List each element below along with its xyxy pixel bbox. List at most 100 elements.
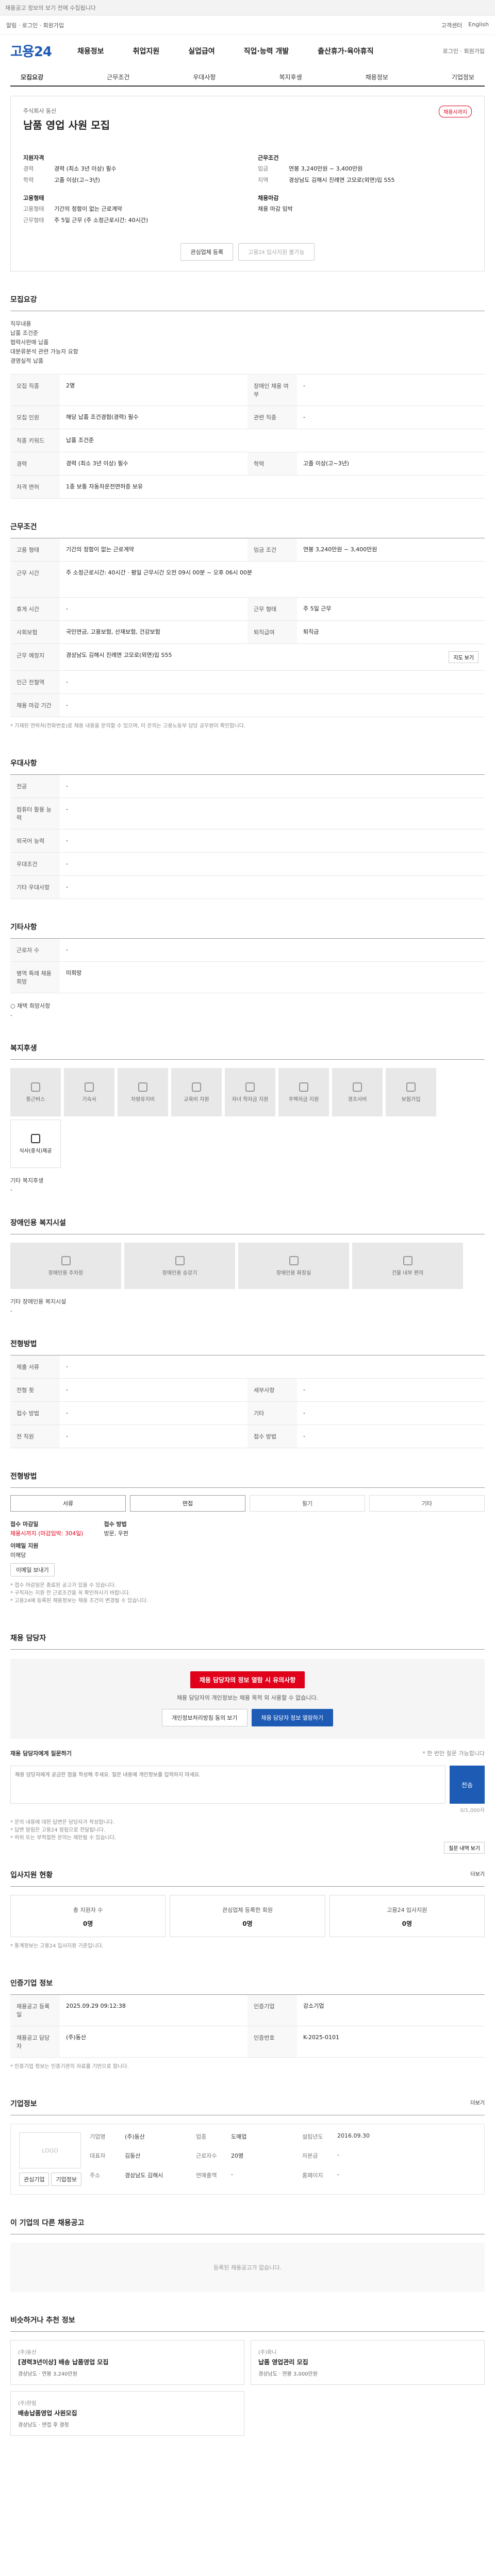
- row-value: -: [66, 783, 68, 789]
- welfare-label: 통근버스: [26, 1096, 45, 1103]
- option-etc[interactable]: 기타: [369, 1495, 485, 1512]
- section-title: 비슷하거나 추천 정보: [10, 2315, 485, 2332]
- subtop-left: 알림 · 로그인 · 회원가입: [6, 21, 64, 29]
- qa-input[interactable]: [10, 1766, 446, 1804]
- recommend-card[interactable]: (주)동산 [경력3년이상] 배송 납품영업 모집 경상남도 · 연봉 3,240만…: [10, 2340, 244, 2385]
- disability-item: 장애인용 승강기: [124, 1243, 235, 1289]
- recommend-card[interactable]: (주)한림 배송납품영업 사원모집 경상남도 · 면접 후 결정: [10, 2391, 244, 2436]
- qa-history-button[interactable]: 질문 내역 보기: [444, 1842, 485, 1854]
- company-field-value: 도매업: [230, 2133, 247, 2140]
- view-manager-button[interactable]: 채용 담당자 정보 열람하기: [251, 1709, 334, 1726]
- summary-left: 지원자격 경력 경력 (최소 3년 이상) 필수 학력 고졸 이상(고~3년) 고용…: [23, 144, 237, 228]
- job-description: 직무내용 납품 조건준 협력사판매 납품 대분류분석 관련 가능자 요함 경영실…: [10, 311, 485, 366]
- option-written[interactable]: 필기: [250, 1495, 365, 1512]
- privacy-policy-button[interactable]: 개인정보처리방침 동의 보기: [161, 1709, 248, 1726]
- option-document[interactable]: 서류: [10, 1495, 126, 1512]
- row-key: 휴게 시간: [10, 598, 60, 620]
- company-more-link[interactable]: 더보기: [470, 2098, 485, 2109]
- disability-item: 장애인용 주차장: [10, 1243, 121, 1289]
- table-row: 근무 시간 주 소정근로시간: 40시간 · 평일 근무시간 오전 09시 00분…: [10, 562, 485, 598]
- table-row: 채용 마감 기간 -: [10, 694, 485, 717]
- language-link[interactable]: English: [468, 21, 489, 29]
- main-nav: 채용정보 취업지원 실업급여 직업·능력 개발 출산휴가·육아휴직: [63, 44, 443, 58]
- qa-header: 채용 담당자에게 질문하기 * 한 번만 질문 가능합니다: [10, 1749, 485, 1757]
- job-summary-card: 주식회사 동산 남품 영업 사원 모집 채용시까지 지원자격 경력 경력 (최소 …: [10, 96, 485, 272]
- nav-item-leave[interactable]: 출산휴가·육아휴직: [303, 44, 388, 58]
- company-field-value: 2016.09.30: [337, 2132, 370, 2139]
- tab-company[interactable]: 기업정보: [441, 73, 485, 81]
- map-view-button[interactable]: 지도 보기: [449, 651, 478, 663]
- row-value: -: [303, 1433, 305, 1439]
- nav-item-training[interactable]: 직업·능력 개발: [229, 44, 303, 58]
- etc-extra: ○ 채택 희망사항 -: [10, 993, 485, 1020]
- section-title: 근무조건: [10, 521, 485, 538]
- section-title: 복지후생: [10, 1043, 485, 1060]
- education-icon: [192, 1082, 201, 1092]
- tab-prefer[interactable]: 우대사항: [183, 73, 226, 81]
- kv-value: 주 5일 근무 (주 소정근로시간: 40시간): [54, 217, 148, 224]
- row-value: (주)동산: [66, 2034, 86, 2041]
- apply-disabled-button[interactable]: 고용24 입사지원 불가능: [238, 243, 315, 261]
- rec-title[interactable]: 배송납품영업 사원모집: [18, 2409, 237, 2417]
- subtop-right: 고객센터 English: [441, 21, 489, 29]
- gnb-right[interactable]: 로그인 · 회원가입: [443, 47, 485, 55]
- stat-number: 0명: [402, 1920, 412, 1927]
- option-interview[interactable]: 면접: [130, 1495, 245, 1512]
- disability-label: 장애인용 화장실: [276, 1270, 311, 1276]
- table-row: 기타 우대사항 -: [10, 876, 485, 899]
- site-logo[interactable]: 고용24: [10, 41, 52, 60]
- qa-send-button[interactable]: 전송: [450, 1766, 485, 1804]
- desc-line: 협력사판매 납품: [10, 339, 49, 346]
- row-key: 관련 직종: [248, 406, 297, 429]
- company-field-key: 주소: [89, 2172, 101, 2179]
- table-row: 모집 직종 2명 장애인 채용 여부 -: [10, 375, 485, 406]
- row-key: 인증번호: [248, 2026, 297, 2057]
- nav-item-benefit[interactable]: 실업급여: [174, 44, 229, 58]
- table-row: 근무 예정지 경상남도 김해시 진례면 고모로(외면)입 S55 지도 보기: [10, 644, 485, 671]
- desc-line: 납품 조건준: [10, 330, 39, 336]
- employment-heading: 고용형태: [23, 195, 44, 201]
- company-field-value: -: [337, 2151, 339, 2159]
- tab-recruit[interactable]: 모집요강: [10, 73, 54, 81]
- company-name[interactable]: 주식회사 동산: [23, 107, 472, 115]
- help-link[interactable]: 고객센터: [441, 21, 462, 29]
- company-field-key: 기업명: [89, 2133, 106, 2140]
- disability-other: 기타 장애인용 복지시설 -: [10, 1289, 485, 1316]
- rec-title[interactable]: [경력3년이상] 배송 납품영업 모집: [18, 2358, 237, 2366]
- apply-period: 접수 마감일 채용시까지 (마감임박: 304일) 이메일 지원 미해당 이메일 보내기: [10, 1520, 83, 1577]
- subtop-left-text[interactable]: 알림 · 로그인 · 회원가입: [6, 21, 64, 29]
- row-key: 제출 서류: [10, 1355, 60, 1378]
- row-key: 접수 방법: [248, 1425, 297, 1448]
- recommend-card[interactable]: (주)화니 납품 영업관리 모집 경상남도 · 연봉 3,000만원: [251, 2340, 485, 2385]
- apply-period-value: 채용시까지 (마감임박: 304일): [10, 1530, 84, 1537]
- row-value: -: [66, 837, 68, 844]
- summary-actions: 관심업체 등록 고용24 입사지원 불가능: [23, 243, 472, 261]
- table-row: 전형 횟 - 세부사항 -: [10, 1379, 485, 1402]
- stats-more-link[interactable]: 더보기: [470, 1870, 485, 1880]
- section-title: 우대사항: [10, 758, 485, 775]
- job-title: 남품 영업 사원 모집: [23, 119, 110, 131]
- gnb-login[interactable]: 로그인 · 회원가입: [443, 47, 485, 55]
- nav-item-jobs[interactable]: 채용정보: [63, 44, 119, 58]
- follow-company-button[interactable]: 관심기업: [19, 2173, 50, 2186]
- bookmark-company-button[interactable]: 관심업체 등록: [180, 243, 234, 261]
- conditions-table: 고용 형태 기간의 정함이 없는 근로계약 임금 조건 연봉 3,240만원 ~ 3,…: [10, 538, 485, 717]
- qa-box: 전송: [10, 1766, 485, 1804]
- rec-company: (주)동산: [18, 2350, 37, 2355]
- kv-key: 고용형태: [23, 206, 44, 212]
- rec-title[interactable]: 납품 영업관리 모집: [258, 2358, 477, 2366]
- nav-item-support[interactable]: 취업지원: [119, 44, 174, 58]
- row-value: -: [66, 884, 68, 890]
- stat-card: 관심업체 등록한 회원 0명: [170, 1895, 325, 1937]
- deadline-badge: 채용시까지: [439, 106, 472, 117]
- tab-recruit-info[interactable]: 채용정보: [355, 73, 399, 81]
- tab-welfare[interactable]: 복지후생: [269, 73, 312, 81]
- company-detail-button[interactable]: 기업정보: [51, 2173, 81, 2186]
- tab-conditions[interactable]: 근무조건: [96, 73, 140, 81]
- row-value: 주 소정근로시간: 40시간 · 평일 근무시간 오전 09시 00분 ~ 오후…: [66, 569, 253, 576]
- email-send-button[interactable]: 이메일 보내기: [10, 1563, 55, 1577]
- row-key: 병역 특례 채용 희망: [10, 962, 60, 993]
- row-value: 연봉 3,240만원 ~ 3,400만원: [303, 546, 377, 553]
- logo-text: 고용: [10, 44, 35, 60]
- table-row: 경력 경력 (최소 3년 이상) 필수 학력 고졸 이상(고~3년): [10, 452, 485, 476]
